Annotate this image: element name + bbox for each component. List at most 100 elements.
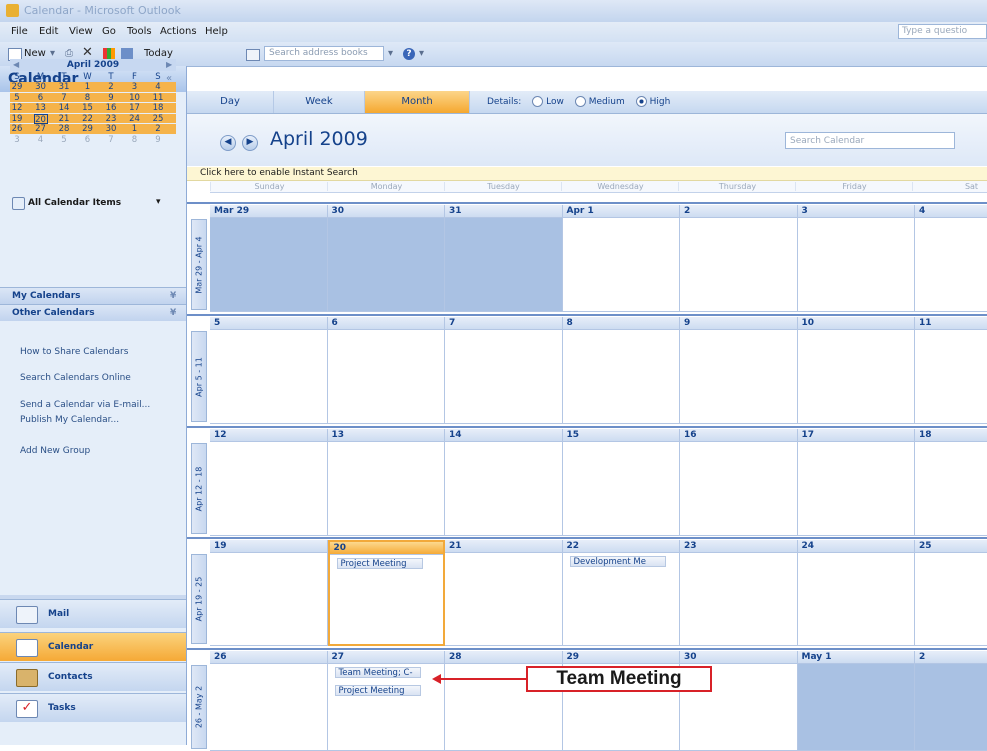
day-cell[interactable]: 8: [562, 317, 680, 424]
day-cell[interactable]: 13: [327, 429, 445, 536]
day-cell[interactable]: 16: [680, 429, 798, 536]
week-tab[interactable]: Apr 19 - 25: [191, 554, 207, 644]
menu-go[interactable]: Go: [102, 26, 116, 37]
mini-day[interactable]: 13: [34, 103, 48, 113]
day-cell[interactable]: 15: [562, 429, 680, 536]
mini-day[interactable]: 6: [81, 135, 95, 145]
tab-month[interactable]: Month: [365, 91, 470, 113]
menu-tools[interactable]: Tools: [127, 26, 152, 37]
address-book-icon[interactable]: [246, 49, 260, 61]
mini-day[interactable]: 28: [57, 124, 71, 134]
radio-low[interactable]: [532, 96, 544, 107]
day-cell[interactable]: 17: [797, 429, 915, 536]
menu-view[interactable]: View: [69, 26, 93, 37]
day-cell[interactable]: 27 Team Meeting; C- Project Meeting: [327, 651, 445, 751]
other-calendars-section[interactable]: Other Calendars ¥: [0, 304, 186, 321]
mini-day[interactable]: 23: [104, 114, 118, 124]
address-search-input[interactable]: Search address books: [264, 46, 384, 61]
nav-button-mail[interactable]: Mail: [0, 599, 186, 628]
appointment[interactable]: Project Meeting: [336, 558, 423, 569]
radio-medium[interactable]: [574, 96, 586, 107]
forward-arrow-icon[interactable]: ▶: [242, 135, 258, 151]
day-cell[interactable]: Mar 29: [210, 205, 328, 312]
instant-search-bar[interactable]: Click here to enable Instant Search: [187, 167, 987, 181]
day-cell[interactable]: Apr 1: [562, 205, 680, 312]
mini-day[interactable]: 1: [81, 82, 95, 92]
day-cell[interactable]: May 1: [797, 651, 915, 751]
mini-day[interactable]: 20: [33, 113, 48, 125]
mini-day[interactable]: 30: [34, 82, 48, 92]
mini-day[interactable]: 7: [104, 135, 118, 145]
back-arrow-icon[interactable]: ◀: [220, 135, 236, 151]
day-cell[interactable]: 10: [797, 317, 915, 424]
mini-day[interactable]: 1: [128, 124, 142, 134]
week-tab[interactable]: Apr 5 - 11: [191, 331, 207, 422]
print-icon[interactable]: ⎙: [65, 48, 73, 59]
mini-day[interactable]: 9: [151, 135, 165, 145]
mini-day[interactable]: 29: [81, 124, 95, 134]
mini-day[interactable]: 2: [104, 82, 118, 92]
mini-day[interactable]: 3: [128, 82, 142, 92]
mini-day[interactable]: 30: [104, 124, 118, 134]
mini-day[interactable]: 12: [10, 103, 24, 113]
mini-day[interactable]: 21: [57, 114, 71, 124]
link-publish-calendar[interactable]: Publish My Calendar...: [20, 415, 119, 425]
help-icon[interactable]: ?: [403, 48, 415, 60]
menu-file[interactable]: File: [11, 26, 28, 37]
tab-day[interactable]: Day: [187, 91, 274, 113]
new-dropdown-icon[interactable]: ▾: [50, 48, 55, 59]
day-cell[interactable]: 14: [445, 429, 563, 536]
day-cell[interactable]: 23: [680, 540, 798, 646]
mini-day[interactable]: 18: [151, 103, 165, 113]
mini-day[interactable]: 10: [128, 93, 142, 103]
mini-day[interactable]: 16: [104, 103, 118, 113]
address-dropdown-icon[interactable]: ▾: [388, 48, 393, 59]
day-cell[interactable]: 19: [210, 540, 328, 646]
day-cell[interactable]: 21: [445, 540, 563, 646]
mini-day[interactable]: 8: [128, 135, 142, 145]
mini-day[interactable]: 7: [57, 93, 71, 103]
today-button[interactable]: Today: [144, 48, 173, 59]
mini-day[interactable]: 6: [34, 93, 48, 103]
day-cell[interactable]: 25: [915, 540, 987, 646]
nav-button-tasks[interactable]: ✓ Tasks: [0, 693, 186, 722]
mini-day[interactable]: 22: [81, 114, 95, 124]
radio-high[interactable]: [635, 96, 647, 107]
toolbar-options-icon[interactable]: ▾: [419, 48, 424, 59]
day-cell[interactable]: 31: [445, 205, 563, 312]
nav-button-calendar[interactable]: Calendar: [0, 632, 186, 661]
day-cell[interactable]: 6: [327, 317, 445, 424]
day-cell[interactable]: 2: [915, 651, 987, 751]
mini-day[interactable]: 29: [10, 82, 24, 92]
day-cell[interactable]: 4: [915, 205, 987, 312]
week-tab[interactable]: Apr 12 - 18: [191, 443, 207, 534]
mini-day[interactable]: 31: [57, 82, 71, 92]
mini-day[interactable]: 4: [151, 82, 165, 92]
mini-day[interactable]: 9: [104, 93, 118, 103]
nav-button-contacts[interactable]: Contacts: [0, 662, 186, 691]
day-cell[interactable]: 30: [327, 205, 445, 312]
mini-day[interactable]: 19: [10, 114, 24, 124]
menu-actions[interactable]: Actions: [160, 26, 197, 37]
day-cell[interactable]: 22 Development Me: [562, 540, 680, 646]
day-cell[interactable]: 12: [210, 429, 328, 536]
help-search-input[interactable]: Type a questio: [898, 24, 987, 39]
mini-day[interactable]: 3: [10, 135, 24, 145]
day-cell[interactable]: 3: [797, 205, 915, 312]
day-cell[interactable]: 18: [915, 429, 987, 536]
my-calendars-section[interactable]: My Calendars ¥: [0, 287, 186, 304]
new-button[interactable]: New: [24, 48, 46, 59]
day-cell[interactable]: 11: [915, 317, 987, 424]
link-share-calendars[interactable]: How to Share Calendars: [20, 347, 128, 357]
mini-day[interactable]: 26: [10, 124, 24, 134]
day-cell[interactable]: 2: [680, 205, 798, 312]
all-calendar-items-select[interactable]: All Calendar Items ▾: [12, 196, 178, 212]
mini-day[interactable]: 4: [34, 135, 48, 145]
appointment[interactable]: Project Meeting: [334, 685, 421, 696]
day-cell[interactable]: 5: [210, 317, 328, 424]
mini-day[interactable]: 5: [10, 93, 24, 103]
week-tab[interactable]: 26 - May 2: [191, 665, 207, 749]
appointment[interactable]: Team Meeting; C-: [334, 667, 421, 678]
day-cell[interactable]: 24: [797, 540, 915, 646]
mini-day[interactable]: 17: [128, 103, 142, 113]
